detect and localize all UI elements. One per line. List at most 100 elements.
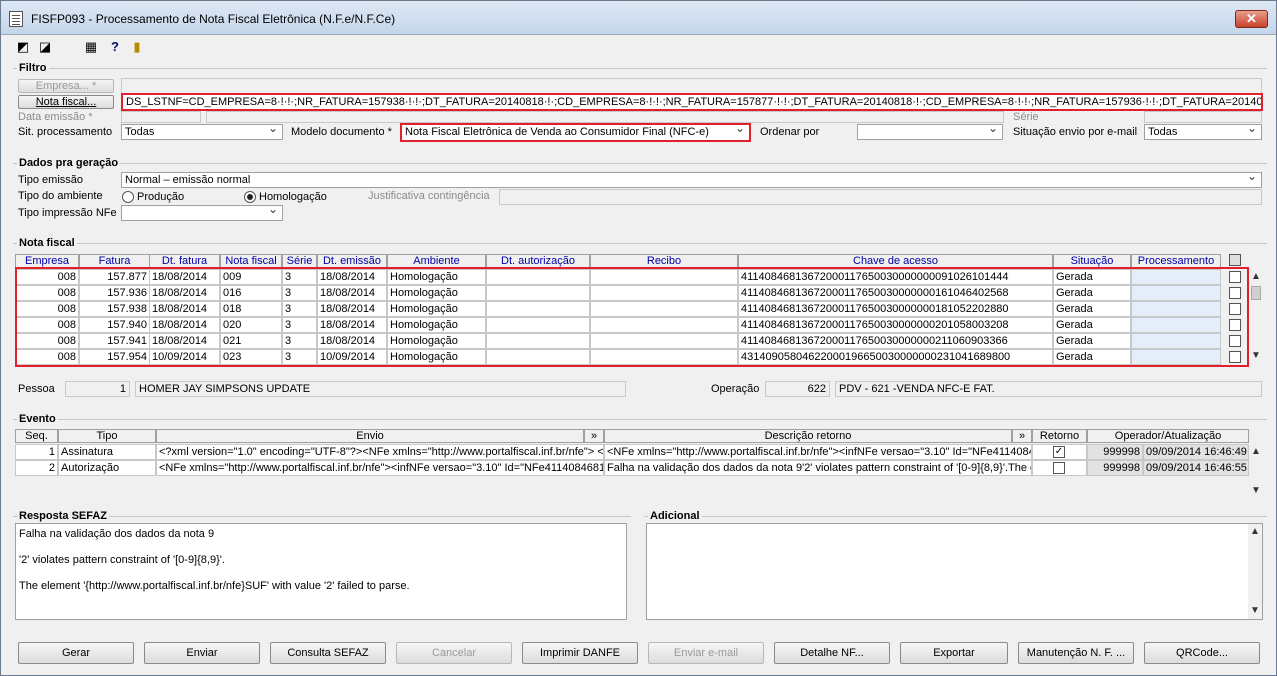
nota-fiscal-button[interactable]: Nota fiscal... bbox=[18, 95, 114, 109]
nota-scrollbar[interactable]: ▲ ▼ bbox=[1249, 269, 1263, 365]
serie-field bbox=[1144, 111, 1262, 123]
enviar-email-button[interactable]: Enviar e-mail bbox=[648, 642, 764, 664]
evento-header-envio[interactable]: Envio bbox=[156, 429, 584, 443]
nota-fiscal-list-field[interactable]: DS_LSTNF=CD_EMPRESA=8·!·!·;NR_FATURA=157… bbox=[121, 93, 1263, 111]
resposta-text-area[interactable]: Falha na validação dos dados da nota 9 '… bbox=[15, 523, 627, 620]
evento-header-seq[interactable]: Seq. bbox=[15, 429, 58, 443]
adicional-scrollbar[interactable]: ▲ ▼ bbox=[1248, 524, 1262, 619]
gerar-button[interactable]: Gerar bbox=[18, 642, 134, 664]
enviar-button[interactable]: Enviar bbox=[144, 642, 260, 664]
manutencao-nf-button[interactable]: Manutenção N. F. ... bbox=[1018, 642, 1134, 664]
evento-cell-seq[interactable]: 2 bbox=[15, 460, 58, 476]
nota-header-empresa[interactable]: Empresa bbox=[15, 254, 79, 268]
ordenar-por-label: Ordenar por bbox=[760, 126, 820, 138]
select-all-checkbox[interactable] bbox=[1229, 254, 1241, 266]
nota-header-chave-acesso[interactable]: Chave de acesso bbox=[738, 254, 1053, 268]
nota-header-serie[interactable]: Série bbox=[282, 254, 317, 268]
descricao-expand-button[interactable]: » bbox=[1012, 429, 1032, 443]
imprimir-danfe-button[interactable]: Imprimir DANFE bbox=[522, 642, 638, 664]
operacao-label: Operação bbox=[711, 383, 760, 395]
evento-cell-descricao[interactable]: Falha na validação dos dados da nota 9'2… bbox=[604, 460, 1032, 476]
toolbar: ◩ ◪ ▦ ? ▮ bbox=[1, 36, 1276, 58]
exportar-button[interactable]: Exportar bbox=[900, 642, 1008, 664]
data-emissao-start-field bbox=[121, 111, 201, 123]
tipo-emissao-select[interactable]: Normal – emissão normal bbox=[121, 172, 1262, 188]
justificativa-field bbox=[499, 189, 1262, 205]
evento-cell-operador: 999998 bbox=[1087, 444, 1143, 460]
nota-fiscal-label: Nota fiscal... bbox=[35, 96, 97, 108]
evento-header-operador[interactable]: Operador/Atualização bbox=[1087, 429, 1249, 443]
window-title: FISFP093 - Processamento de Nota Fiscal … bbox=[31, 12, 396, 26]
empresa-button[interactable]: Empresa... * bbox=[18, 79, 114, 93]
evento-header-tipo[interactable]: Tipo bbox=[58, 429, 156, 443]
serie-label: Série bbox=[1013, 111, 1039, 123]
evento-cell-envio[interactable]: <?xml version="1.0" encoding="UTF-8"?><N… bbox=[156, 444, 604, 460]
sit-processamento-label: Sit. processamento bbox=[18, 126, 113, 138]
nota-header-recibo[interactable]: Recibo bbox=[590, 254, 738, 268]
data-emissao-end-field bbox=[206, 111, 1004, 123]
evento-cell-data: 09/09/2014 16:46:55 bbox=[1143, 460, 1249, 476]
sit-processamento-select[interactable]: Todas bbox=[121, 124, 283, 140]
adicional-text-area[interactable]: ▲ ▼ bbox=[646, 523, 1263, 620]
consulta-sefaz-button[interactable]: Consulta SEFAZ bbox=[270, 642, 386, 664]
evento-cell-data: 09/09/2014 16:46:49 bbox=[1143, 444, 1249, 460]
resposta-line-3: The element '{http://www.portalfiscal.in… bbox=[19, 580, 410, 592]
evento-title: Evento bbox=[17, 413, 58, 425]
evento-header-descricao[interactable]: Descrição retorno bbox=[604, 429, 1012, 443]
nota-header-dt-fatura[interactable]: Dt. fatura bbox=[149, 254, 220, 268]
envio-expand-button[interactable]: » bbox=[584, 429, 604, 443]
filtro-title: Filtro bbox=[17, 62, 49, 74]
evento-cell-retorno: ✓ bbox=[1032, 444, 1087, 460]
calculator-icon[interactable]: ▦ bbox=[83, 39, 99, 55]
nota-header-processamento[interactable]: Processamento bbox=[1131, 254, 1221, 268]
exit-door-icon[interactable]: ▮ bbox=[129, 39, 145, 55]
title-bar[interactable]: FISFP093 - Processamento de Nota Fiscal … bbox=[1, 1, 1276, 35]
situacao-email-label: Situação envio por e-mail bbox=[1013, 126, 1138, 138]
nota-header-situacao[interactable]: Situação bbox=[1053, 254, 1131, 268]
document-icon bbox=[9, 11, 23, 27]
operacao-code-field: 622 bbox=[765, 381, 830, 397]
evento-header-retorno[interactable]: Retorno bbox=[1032, 429, 1087, 443]
cancelar-button[interactable]: Cancelar bbox=[396, 642, 512, 664]
geracao-title: Dados pra geração bbox=[17, 157, 121, 169]
justificativa-label: Justificativa contingência bbox=[368, 190, 490, 202]
retorno-checkbox[interactable] bbox=[1053, 462, 1065, 474]
resposta-line-2: '2' violates pattern constraint of '[0-9… bbox=[19, 554, 225, 566]
situacao-email-select[interactable]: Todas bbox=[1144, 124, 1262, 140]
nota-header-dt-emissao[interactable]: Dt. emissão bbox=[317, 254, 387, 268]
nota-header-ambiente[interactable]: Ambiente bbox=[387, 254, 486, 268]
ordenar-por-select[interactable] bbox=[857, 124, 1003, 140]
nota-header-dt-autorizacao[interactable]: Dt. autorização bbox=[486, 254, 590, 268]
nota-header-fatura[interactable]: Fatura bbox=[79, 254, 150, 268]
evento-cell-envio[interactable]: <NFe xmlns="http://www.portalfiscal.inf.… bbox=[156, 460, 604, 476]
qrcode-button[interactable]: QRCode... bbox=[1144, 642, 1260, 664]
evento-cell-seq[interactable]: 1 bbox=[15, 444, 58, 460]
nota-fiscal-title: Nota fiscal bbox=[17, 237, 77, 249]
selected-rows-highlight bbox=[15, 267, 1249, 367]
evento-cell-retorno bbox=[1032, 460, 1087, 476]
tipo-impressao-label: Tipo impressão NFe bbox=[18, 207, 117, 219]
previous-record-icon[interactable]: ◩ bbox=[15, 39, 31, 55]
evento-cell-operador: 999998 bbox=[1087, 460, 1143, 476]
tipo-impressao-select[interactable] bbox=[121, 205, 283, 221]
main-window: FISFP093 - Processamento de Nota Fiscal … bbox=[0, 0, 1277, 676]
producao-radio[interactable] bbox=[122, 191, 134, 203]
resposta-title: Resposta SEFAZ bbox=[17, 510, 110, 522]
help-icon[interactable]: ? bbox=[107, 39, 123, 55]
evento-scrollbar[interactable]: ▲ ▼ bbox=[1249, 444, 1263, 496]
evento-cell-tipo[interactable]: Assinatura bbox=[58, 444, 156, 460]
tipo-emissao-label: Tipo emissão bbox=[18, 174, 84, 186]
records-icon[interactable]: ◪ bbox=[37, 39, 53, 55]
nota-header-nota-fiscal[interactable]: Nota fiscal bbox=[220, 254, 282, 268]
operacao-name-field: PDV - 621 -VENDA NFC-E FAT. bbox=[835, 381, 1262, 397]
detalhe-nf-button[interactable]: Detalhe NF... bbox=[774, 642, 890, 664]
homologacao-label: Homologação bbox=[259, 191, 327, 203]
homologacao-radio[interactable] bbox=[244, 191, 256, 203]
modelo-documento-label: Modelo documento * bbox=[291, 126, 392, 138]
evento-cell-tipo[interactable]: Autorização bbox=[58, 460, 156, 476]
pessoa-label: Pessoa bbox=[18, 383, 55, 395]
close-button[interactable]: ✕ bbox=[1235, 10, 1268, 28]
modelo-documento-select[interactable]: Nota Fiscal Eletrônica de Venda ao Consu… bbox=[400, 123, 751, 142]
retorno-checkbox[interactable]: ✓ bbox=[1053, 446, 1065, 458]
evento-cell-descricao[interactable]: <NFe xmlns="http://www.portalfiscal.inf.… bbox=[604, 444, 1032, 460]
